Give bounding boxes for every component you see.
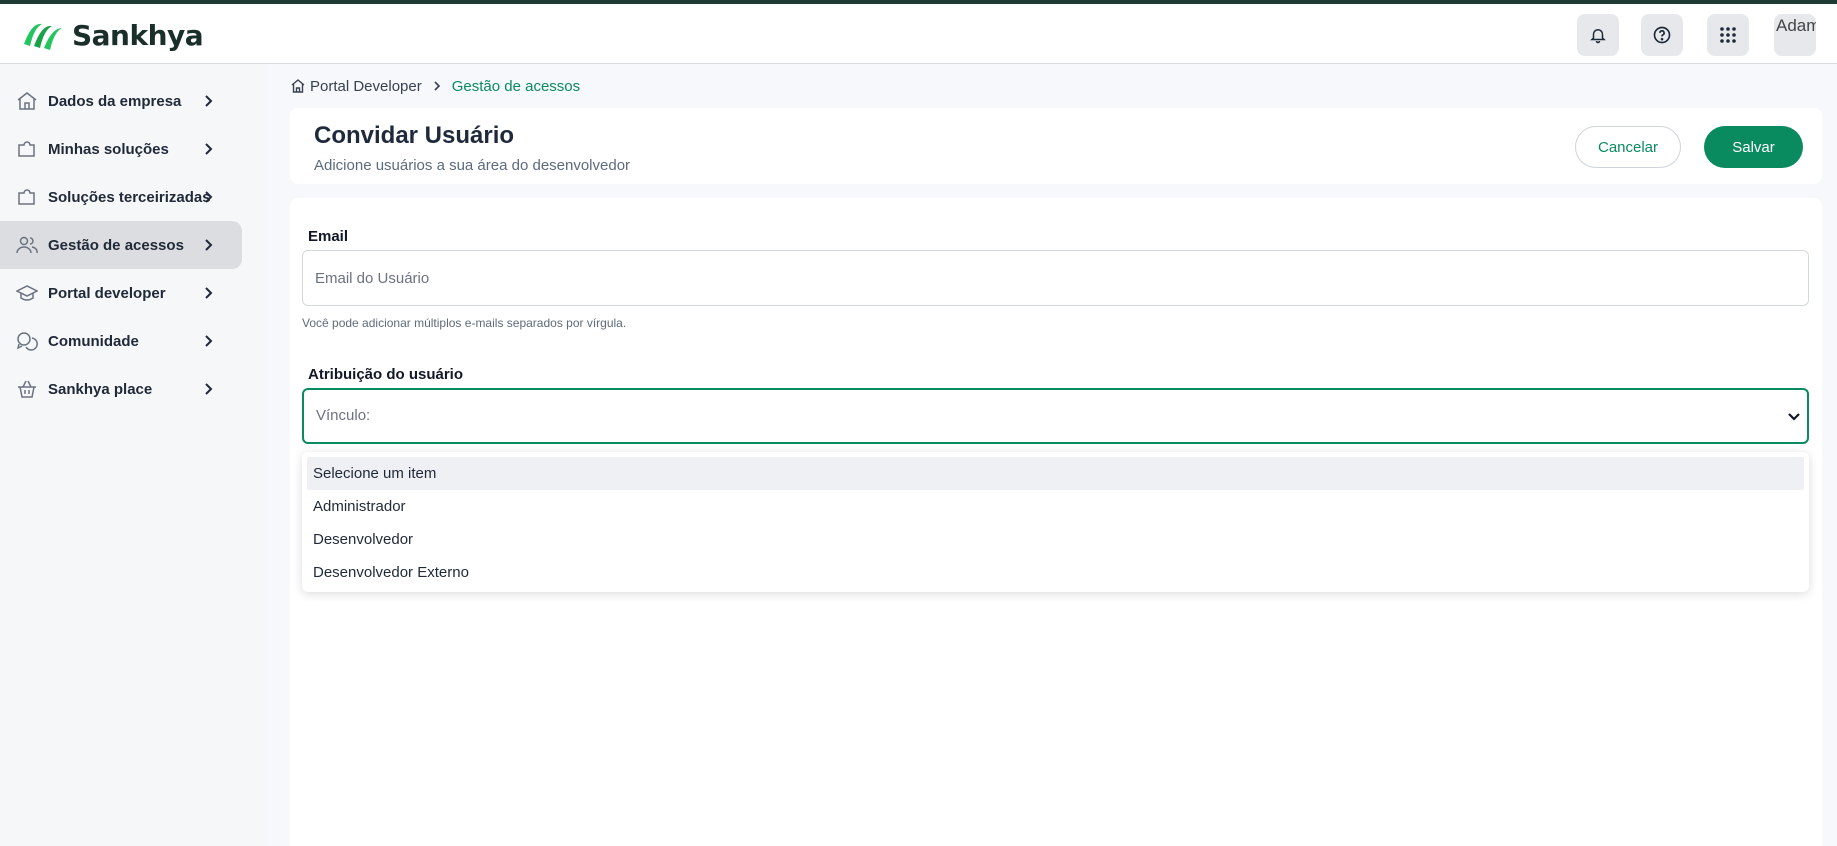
bell-icon [1590,29,1606,44]
sidebar-item-dados-da-empresa[interactable]: Dados da empresa [0,77,242,125]
help-button[interactable] [1641,14,1683,56]
brand-name: Sankhya [72,18,204,52]
chevron-right-icon [205,335,213,347]
role-option-selecione[interactable]: Selecione um item [307,457,1804,490]
sidebar-item-label: Dados da empresa [48,92,182,110]
home-icon[interactable] [290,78,306,94]
sidebar-item-label: Comunidade [48,332,139,350]
chevron-right-icon [205,287,213,299]
page-header-card: Convidar Usuário Adicione usuários a sua… [290,108,1822,184]
breadcrumb-current: Gestão de acessos [451,77,581,95]
cancel-button[interactable]: Cancelar [1575,126,1681,168]
breadcrumb-root-link[interactable]: Portal Developer [310,78,422,95]
email-field[interactable] [302,250,1809,306]
chevron-right-icon [205,383,213,395]
sidebar-item-comunidade[interactable]: Comunidade [0,317,242,365]
chevron-down-icon [1788,413,1800,421]
brand-logo[interactable]: Sankhya [20,16,204,54]
role-select[interactable]: Vínculo: [302,388,1809,444]
app-header: Sankhya Adam [0,4,1837,64]
help-circle-icon [1653,26,1671,44]
sidebar-item-sankhya-place[interactable]: Sankhya place [0,365,242,413]
role-label: Atribuição do usuário [308,366,464,383]
puzzle-outline-icon [18,189,35,205]
avatar-alt-text: Adam [1776,16,1816,35]
role-option-administrador[interactable]: Administrador [307,490,1804,523]
graduation-cap-icon [16,285,38,301]
sidebar-item-label: Sankhya place [48,380,153,398]
page-title: Convidar Usuário [314,122,515,149]
invite-form: Email Você pode adicionar múltiplos e-ma… [290,198,1822,846]
apps-menu-button[interactable] [1707,14,1749,56]
role-dropdown-menu: Selecione um item Administrador Desenvol… [302,452,1809,592]
sidebar-item-minhas-solucoes[interactable]: Minhas soluções [0,125,242,173]
chevron-right-icon [205,191,213,203]
chat-bubbles-icon [16,332,38,351]
email-hint: Você pode adicionar múltiplos e-mails se… [302,316,627,330]
sidebar-item-label: Minhas soluções [48,140,169,158]
sankhya-logo-icon [24,23,62,50]
page-subtitle: Adicione usuários a sua área do desenvol… [314,157,631,174]
chevron-right-icon [205,95,213,107]
sidebar: Dados da empresa Minhas soluções Soluçõe… [0,65,266,846]
role-select-value: Vínculo: [316,407,371,424]
save-button[interactable]: Salvar [1704,126,1803,168]
chevron-right-icon [205,143,213,155]
chevron-right-icon [434,81,440,91]
sidebar-item-portal-developer[interactable]: Portal developer [0,269,242,317]
sidebar-item-label: Portal developer [48,284,166,302]
sidebar-item-gestao-de-acessos[interactable]: Gestão de acessos [0,221,242,269]
notifications-button[interactable] [1577,14,1619,56]
role-option-desenvolvedor-externo[interactable]: Desenvolvedor Externo [307,556,1804,589]
home-icon [17,92,37,110]
puzzle-icon [18,141,35,157]
role-option-desenvolvedor[interactable]: Desenvolvedor [307,523,1804,556]
grid-dots-icon [1720,27,1736,43]
basket-icon [18,380,36,398]
breadcrumb: Portal Developer Gestão de acessos [290,76,580,96]
chevron-right-icon [205,239,213,251]
sidebar-item-solucoes-terceirizadas[interactable]: Soluções terceirizadas [0,173,242,221]
user-avatar[interactable]: Adam [1774,14,1816,56]
sidebar-item-label: Soluções terceirizadas [48,188,211,206]
users-icon [16,236,38,254]
email-label: Email [308,228,349,245]
sidebar-item-label: Gestão de acessos [48,236,184,254]
